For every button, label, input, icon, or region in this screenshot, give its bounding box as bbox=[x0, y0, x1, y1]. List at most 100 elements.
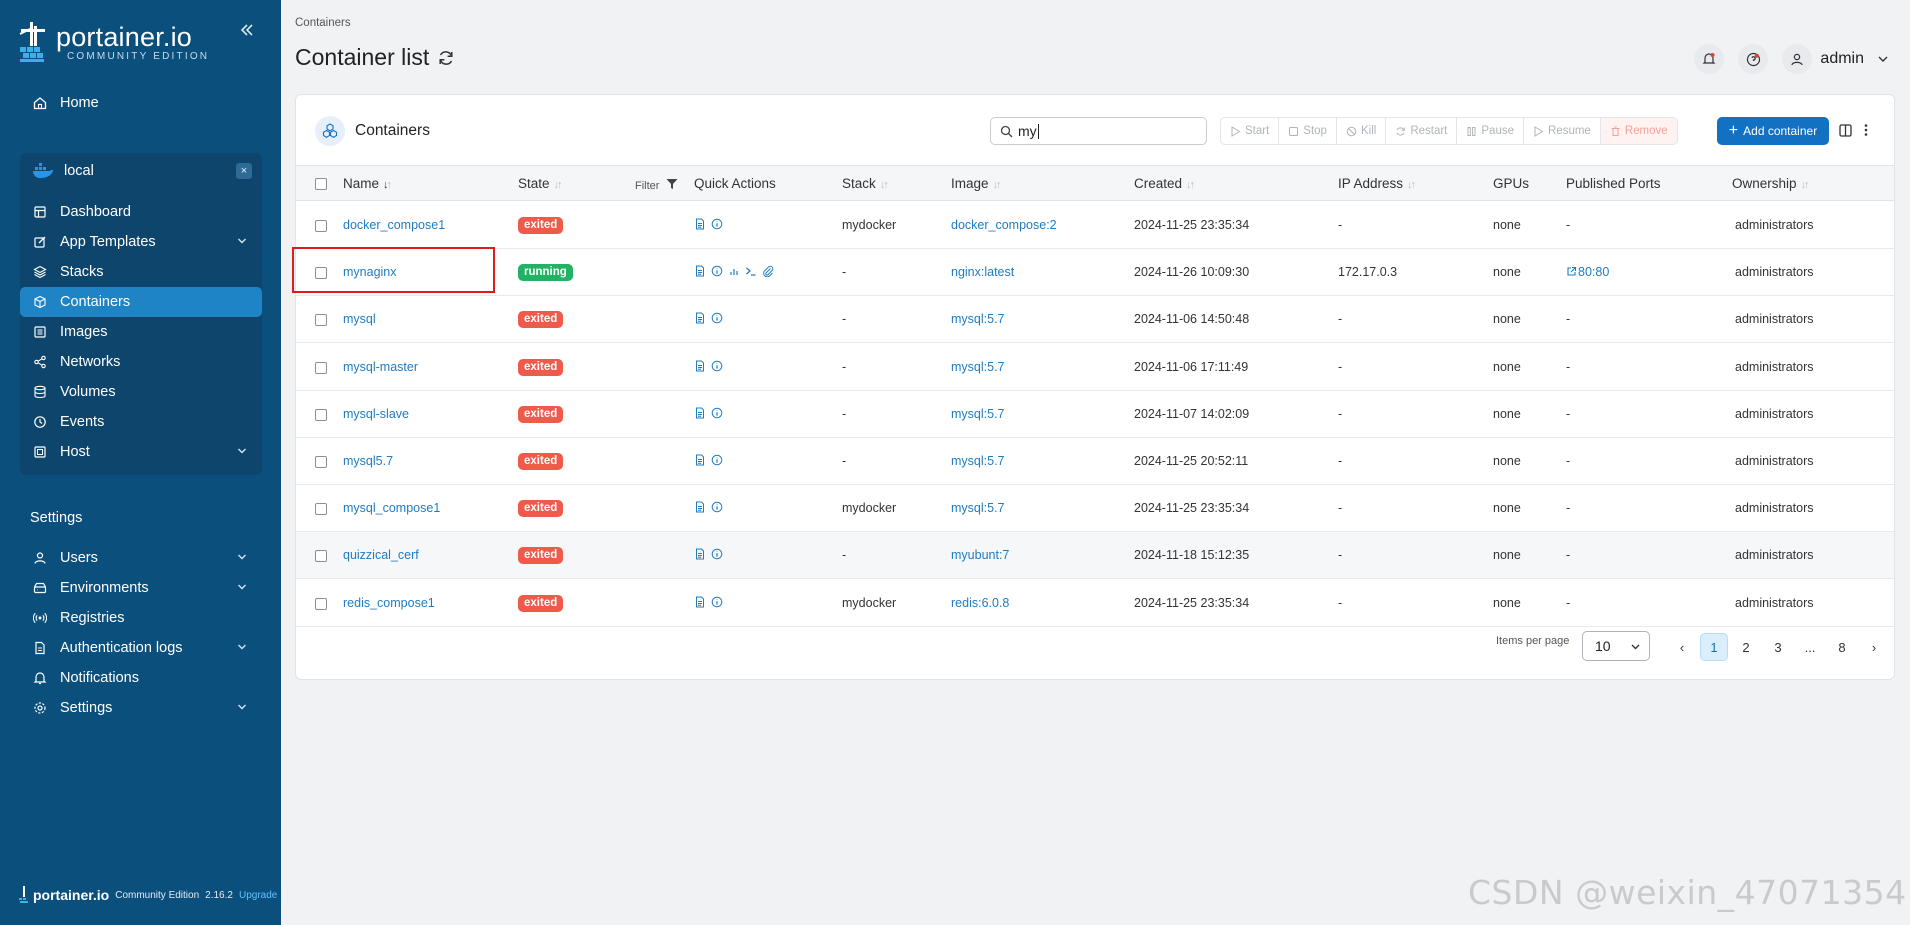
search-input[interactable]: my bbox=[990, 117, 1207, 145]
prev-page-button[interactable]: ‹ bbox=[1666, 633, 1698, 661]
row-checkbox[interactable] bbox=[315, 220, 327, 232]
column-name[interactable]: Name ↓↑ bbox=[343, 176, 392, 191]
refresh-icon[interactable] bbox=[437, 49, 455, 67]
sidebar-item-notifications[interactable]: Notifications bbox=[20, 663, 262, 693]
image-link[interactable]: mysql:5.7 bbox=[951, 454, 1005, 468]
table-row[interactable]: mysql_compose1 exited mydocker mysql:5.7… bbox=[296, 485, 1894, 533]
sidebar-item-app-templates[interactable]: App Templates bbox=[20, 227, 262, 257]
state-filter[interactable]: Filter bbox=[635, 178, 678, 192]
add-container-button[interactable]: + Add container bbox=[1717, 117, 1829, 145]
table-row[interactable]: mynaginx running - nginx:latest 2024-11-… bbox=[296, 249, 1894, 297]
image-link[interactable]: docker_compose:2 bbox=[951, 218, 1057, 232]
breadcrumb[interactable]: Containers bbox=[295, 17, 351, 29]
inspect-icon[interactable] bbox=[711, 218, 723, 230]
row-checkbox[interactable] bbox=[315, 314, 327, 327]
table-row[interactable]: quizzical_cerf exited - myubunt:7 2024-1… bbox=[296, 532, 1894, 580]
inspect-icon[interactable] bbox=[711, 265, 723, 277]
inspect-icon[interactable] bbox=[711, 360, 723, 372]
row-checkbox[interactable] bbox=[315, 456, 327, 468]
logs-icon[interactable] bbox=[694, 501, 706, 513]
console-icon[interactable] bbox=[745, 265, 757, 277]
image-link[interactable]: myubunt:7 bbox=[951, 548, 1009, 562]
page-button-1[interactable]: 1 bbox=[1700, 633, 1728, 661]
resume-button[interactable]: Resume bbox=[1524, 118, 1601, 144]
sidebar-item-home[interactable]: Home bbox=[20, 88, 262, 118]
sidebar-item-host[interactable]: Host bbox=[20, 437, 262, 467]
table-row[interactable]: docker_compose1 exited mydocker docker_c… bbox=[296, 202, 1894, 249]
help-button[interactable] bbox=[1738, 44, 1769, 74]
container-name-link[interactable]: redis_compose1 bbox=[343, 596, 435, 610]
image-link[interactable]: mysql:5.7 bbox=[951, 501, 1005, 515]
row-checkbox[interactable] bbox=[315, 550, 327, 563]
next-page-button[interactable]: › bbox=[1858, 633, 1890, 661]
column-state[interactable]: State ↓↑ bbox=[518, 176, 563, 191]
remove-button[interactable]: Remove bbox=[1600, 118, 1677, 144]
inspect-icon[interactable] bbox=[711, 312, 723, 324]
sidebar-item-dashboard[interactable]: Dashboard bbox=[20, 197, 262, 227]
sidebar-item-images[interactable]: Images bbox=[20, 317, 262, 347]
inspect-icon[interactable] bbox=[711, 548, 723, 560]
container-name-link[interactable]: docker_compose1 bbox=[343, 218, 445, 232]
select-all-checkbox[interactable] bbox=[315, 178, 327, 190]
inspect-icon[interactable] bbox=[711, 454, 723, 466]
table-row[interactable]: redis_compose1 exited mydocker redis:6.0… bbox=[296, 580, 1894, 627]
row-checkbox[interactable] bbox=[315, 408, 327, 421]
logs-icon[interactable] bbox=[694, 312, 706, 324]
sidebar-item-volumes[interactable]: Volumes bbox=[20, 377, 262, 407]
row-checkbox[interactable] bbox=[315, 503, 327, 516]
row-checkbox[interactable] bbox=[315, 597, 327, 610]
table-row[interactable]: mysql exited - mysql:5.7 2024-11-06 14:5… bbox=[296, 296, 1894, 344]
sidebar-item-registries[interactable]: Registries bbox=[20, 603, 262, 633]
container-name-link[interactable]: mysql-master bbox=[343, 360, 418, 374]
container-name-link[interactable]: quizzical_cerf bbox=[343, 548, 419, 562]
container-name-link[interactable]: mysql_compose1 bbox=[343, 501, 440, 515]
logs-icon[interactable] bbox=[694, 360, 706, 372]
table-row[interactable]: mysql5.7 exited - mysql:5.7 2024-11-25 2… bbox=[296, 438, 1894, 485]
sidebar-item-containers[interactable]: Containers bbox=[20, 287, 262, 317]
columns-icon[interactable] bbox=[1839, 124, 1852, 137]
logs-icon[interactable] bbox=[694, 596, 706, 608]
pause-button[interactable]: Pause bbox=[1457, 118, 1524, 144]
sidebar-item-networks[interactable]: Networks bbox=[20, 347, 262, 377]
table-row[interactable]: mysql-slave exited - mysql:5.7 2024-11-0… bbox=[296, 391, 1894, 438]
portainer-logo[interactable]: portainer.io COMMUNITY EDITION bbox=[18, 20, 209, 64]
page-button-8[interactable]: 8 bbox=[1826, 633, 1858, 661]
more-vertical-icon[interactable] bbox=[1862, 122, 1870, 138]
container-name-link[interactable]: mysql-slave bbox=[343, 407, 409, 421]
sidebar-item-users[interactable]: Users bbox=[20, 543, 262, 573]
container-name-link[interactable]: mysql bbox=[343, 312, 376, 326]
inspect-icon[interactable] bbox=[711, 501, 723, 513]
column-ip[interactable]: IP Address ↓↑ bbox=[1338, 176, 1416, 191]
column-ownership[interactable]: Ownership ↓↑ bbox=[1732, 176, 1810, 191]
notifications-button[interactable] bbox=[1694, 44, 1725, 74]
logs-icon[interactable] bbox=[694, 407, 706, 419]
image-link[interactable]: mysql:5.7 bbox=[951, 312, 1005, 326]
chevron-down-icon[interactable] bbox=[1876, 52, 1890, 66]
image-link[interactable]: redis:6.0.8 bbox=[951, 596, 1009, 610]
row-checkbox[interactable] bbox=[315, 361, 327, 374]
sidebar-item-stacks[interactable]: Stacks bbox=[20, 257, 262, 287]
column-image[interactable]: Image ↓↑ bbox=[951, 176, 1002, 191]
column-stack[interactable]: Stack ↓↑ bbox=[842, 176, 889, 191]
stop-button[interactable]: Stop bbox=[1279, 118, 1337, 144]
image-link[interactable]: mysql:5.7 bbox=[951, 407, 1005, 421]
logs-icon[interactable] bbox=[694, 454, 706, 466]
logs-icon[interactable] bbox=[694, 265, 706, 277]
user-avatar[interactable] bbox=[1782, 44, 1813, 74]
page-button-2[interactable]: 2 bbox=[1730, 633, 1762, 661]
upgrade-link[interactable]: Upgrade bbox=[239, 890, 277, 901]
logs-icon[interactable] bbox=[694, 218, 706, 230]
sidebar-item-environments[interactable]: Environments bbox=[20, 573, 262, 603]
start-button[interactable]: Start bbox=[1221, 118, 1280, 144]
sidebar-item-settings[interactable]: Settings bbox=[20, 693, 262, 723]
container-name-link[interactable]: mysql5.7 bbox=[343, 454, 393, 468]
column-created[interactable]: Created ↓↑ bbox=[1134, 176, 1195, 191]
logs-icon[interactable] bbox=[694, 548, 706, 560]
published-port-link[interactable]: 80:80 bbox=[1566, 265, 1609, 279]
close-environment-button[interactable]: × bbox=[236, 163, 252, 179]
inspect-icon[interactable] bbox=[711, 407, 723, 419]
collapse-sidebar-button[interactable] bbox=[235, 22, 259, 44]
restart-button[interactable]: Restart bbox=[1386, 118, 1458, 144]
image-link[interactable]: nginx:latest bbox=[951, 265, 1014, 279]
attach-icon[interactable] bbox=[762, 265, 774, 278]
